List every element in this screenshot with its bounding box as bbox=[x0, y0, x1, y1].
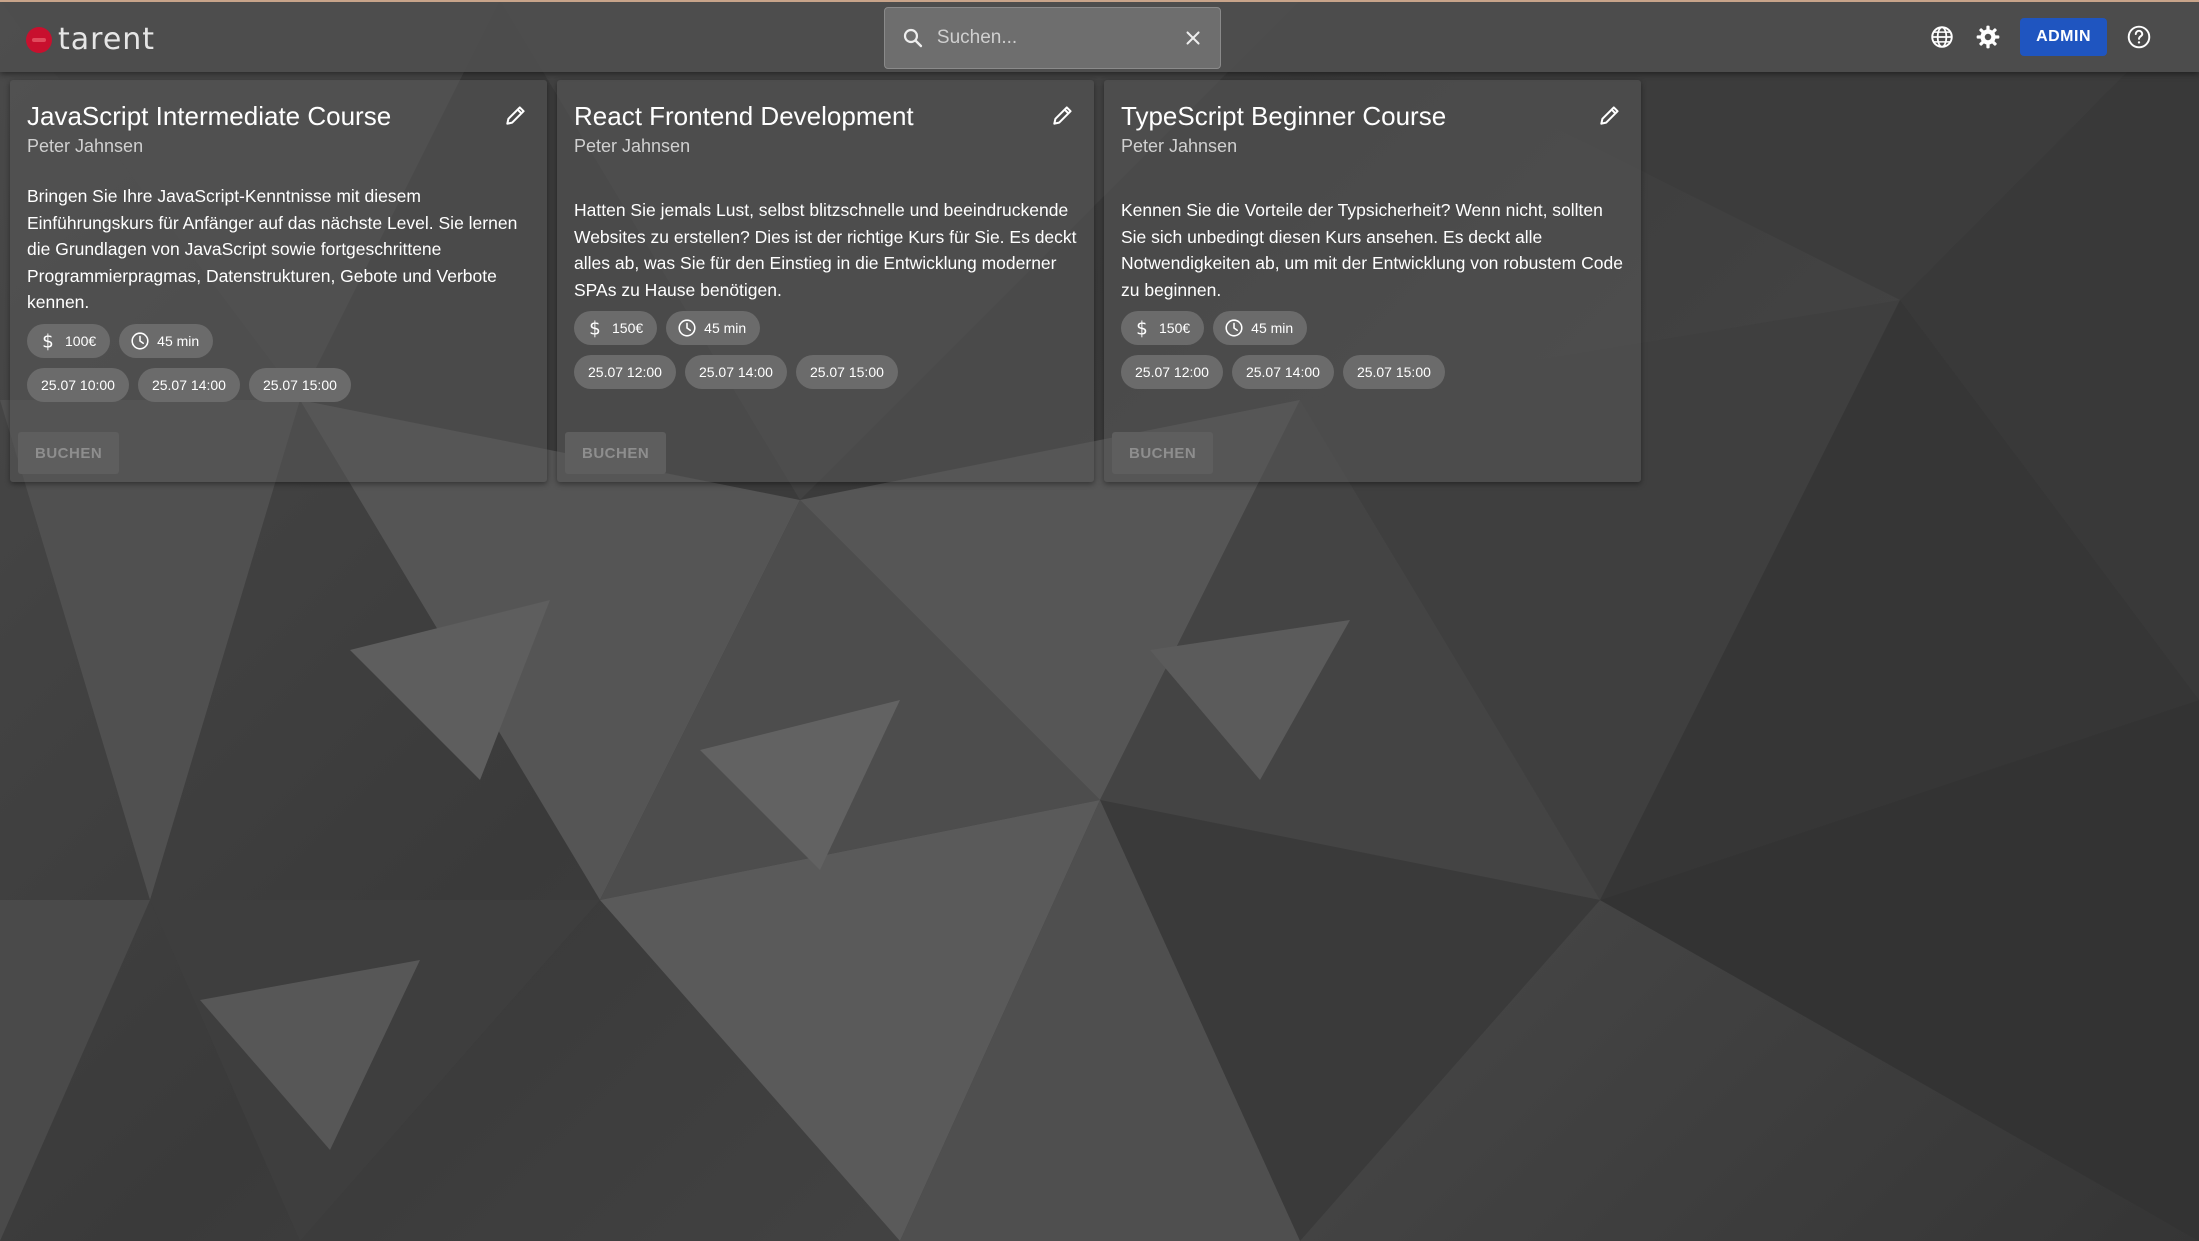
edit-icon[interactable] bbox=[1050, 102, 1076, 128]
course-author: Peter Jahnsen bbox=[1121, 136, 1238, 156]
duration-chip: 45 min bbox=[1213, 311, 1308, 345]
logo[interactable]: tarent bbox=[26, 22, 155, 57]
course-card: JavaScript Intermediate Course Peter Jah… bbox=[10, 80, 547, 482]
clock-icon bbox=[1225, 319, 1243, 337]
price-label: 150€ bbox=[612, 320, 644, 336]
clock-icon bbox=[678, 319, 696, 337]
admin-button[interactable]: ADMIN bbox=[2020, 18, 2107, 56]
help-button[interactable] bbox=[2125, 23, 2153, 51]
course-dates: 25.07 12:00 25.07 14:00 25.07 15:00 bbox=[574, 355, 1077, 389]
dollar-icon: $ bbox=[1136, 318, 1148, 339]
course-title: TypeScript Beginner Course bbox=[1121, 101, 1447, 131]
course-dates: 25.07 10:00 25.07 14:00 25.07 15:00 bbox=[27, 367, 530, 402]
course-card: React Frontend Development Peter Jahnsen… bbox=[557, 80, 1094, 482]
logo-text: tarent bbox=[58, 22, 156, 57]
course-title: React Frontend Development bbox=[574, 101, 914, 131]
course-description: Hatten Sie jemals Lust, selbst blitzschn… bbox=[574, 200, 1077, 300]
course-author: Peter Jahnsen bbox=[27, 136, 144, 156]
close-icon[interactable] bbox=[1182, 26, 1204, 50]
date-chip[interactable]: 25.07 15:00 bbox=[248, 367, 351, 402]
course-author: Peter Jahnsen bbox=[574, 136, 691, 156]
duration-label: 45 min bbox=[1251, 320, 1294, 336]
dollar-icon: $ bbox=[42, 331, 54, 352]
search-bar bbox=[884, 7, 1221, 69]
date-chip[interactable]: 25.07 12:00 bbox=[574, 355, 676, 389]
course-card: TypeScript Beginner Course Peter Jahnsen… bbox=[1104, 80, 1641, 482]
language-button[interactable] bbox=[1928, 23, 1956, 51]
date-chip[interactable]: 25.07 15:00 bbox=[795, 355, 898, 389]
course-list: JavaScript Intermediate Course Peter Jah… bbox=[10, 80, 1641, 482]
price-chip: $ 150€ bbox=[574, 311, 658, 345]
price-label: 150€ bbox=[1159, 320, 1191, 336]
globe-icon bbox=[1931, 26, 1953, 48]
date-chip[interactable]: 25.07 14:00 bbox=[1231, 355, 1334, 389]
app-bar: tarent Suchen... ADMIN bbox=[0, 0, 2199, 72]
svg-text:$: $ bbox=[1136, 318, 1148, 339]
settings-button[interactable] bbox=[1974, 23, 2002, 51]
course-description: Kennen Sie die Vorteile der Typsicherhei… bbox=[1121, 200, 1623, 300]
svg-text:$: $ bbox=[589, 318, 601, 339]
gear-icon bbox=[1976, 25, 2000, 49]
date-chip[interactable]: 25.07 10:00 bbox=[27, 367, 129, 402]
edit-icon[interactable] bbox=[1597, 102, 1623, 128]
course-meta: $ 150€ 45 min bbox=[1121, 311, 1624, 345]
date-chip[interactable]: 25.07 14:00 bbox=[684, 355, 787, 389]
course-title: JavaScript Intermediate Course bbox=[27, 101, 392, 131]
duration-label: 45 min bbox=[157, 332, 200, 349]
help-icon bbox=[2127, 25, 2151, 49]
clock-icon bbox=[131, 331, 149, 350]
duration-chip: 45 min bbox=[666, 311, 761, 345]
book-button[interactable]: BUCHEN bbox=[1112, 432, 1214, 474]
header-actions: ADMIN bbox=[1928, 18, 2153, 56]
course-description: Bringen Sie Ihre JavaScript-Kenntnisse m… bbox=[27, 186, 518, 312]
price-label: 100€ bbox=[65, 332, 97, 349]
duration-chip: 45 min bbox=[119, 323, 214, 358]
dollar-icon: $ bbox=[589, 318, 601, 339]
course-meta: $ 100€ 45 min bbox=[27, 323, 530, 358]
price-chip: $ 150€ bbox=[1121, 311, 1205, 345]
date-chip[interactable]: 25.07 14:00 bbox=[137, 367, 240, 402]
book-button[interactable]: BUCHEN bbox=[565, 432, 667, 474]
date-chip[interactable]: 25.07 12:00 bbox=[1121, 355, 1223, 389]
edit-icon[interactable] bbox=[503, 102, 529, 128]
search-input[interactable] bbox=[936, 27, 1182, 49]
course-dates: 25.07 12:00 25.07 14:00 25.07 15:00 bbox=[1121, 355, 1624, 389]
svg-text:$: $ bbox=[42, 331, 54, 352]
book-button[interactable]: BUCHEN bbox=[18, 432, 120, 474]
logo-icon bbox=[26, 26, 52, 53]
duration-label: 45 min bbox=[704, 320, 747, 336]
search-icon bbox=[903, 28, 923, 48]
price-chip: $ 100€ bbox=[27, 323, 111, 358]
course-meta: $ 150€ 45 min bbox=[574, 311, 1077, 345]
date-chip[interactable]: 25.07 15:00 bbox=[1342, 355, 1445, 389]
